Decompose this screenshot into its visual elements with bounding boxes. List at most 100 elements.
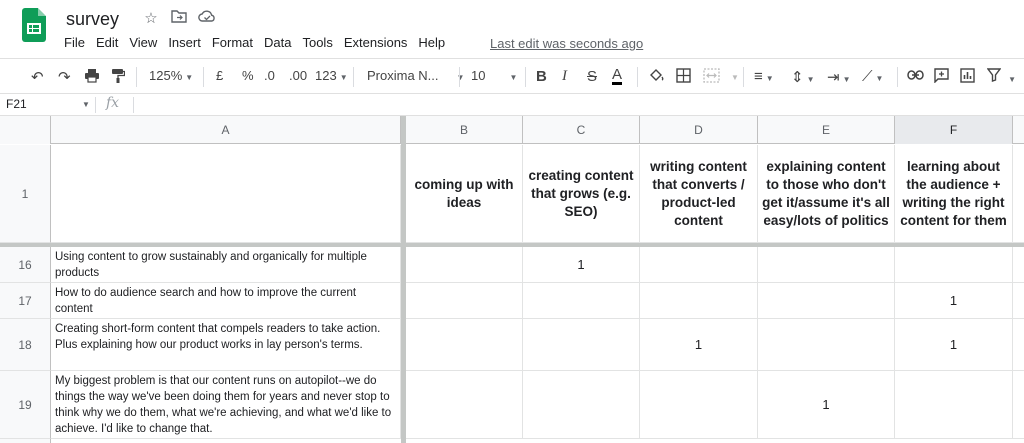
menu-extensions[interactable]: Extensions bbox=[344, 35, 408, 50]
chevron-down-icon[interactable]: ▼ bbox=[728, 68, 739, 83]
cell-e17[interactable] bbox=[758, 283, 895, 319]
cell-g17[interactable] bbox=[1013, 283, 1024, 319]
sheets-logo-icon[interactable] bbox=[22, 8, 46, 42]
cell-a1[interactable] bbox=[51, 145, 401, 243]
filter-icon[interactable]: ▼ bbox=[986, 68, 1016, 86]
insert-link-icon[interactable] bbox=[907, 68, 924, 85]
cell-d19[interactable] bbox=[640, 371, 758, 439]
select-all-corner[interactable] bbox=[0, 116, 51, 144]
frozen-row-divider[interactable] bbox=[0, 243, 1024, 247]
menu-edit[interactable]: Edit bbox=[96, 35, 118, 50]
row-header-17[interactable]: 17 bbox=[0, 283, 51, 319]
chevron-down-icon[interactable]: ▼ bbox=[82, 100, 90, 109]
cell-g1[interactable] bbox=[1013, 145, 1024, 243]
cell-e19[interactable]: 1 bbox=[758, 371, 895, 439]
increase-decimal-button[interactable]: .00 bbox=[289, 68, 307, 83]
column-header-d[interactable]: D bbox=[640, 116, 758, 144]
frozen-column-divider[interactable] bbox=[401, 116, 406, 443]
cell-a17[interactable]: How to do audience search and how to imp… bbox=[51, 283, 401, 319]
column-header-c[interactable]: C bbox=[523, 116, 640, 144]
row-header-20[interactable] bbox=[0, 439, 51, 443]
star-icon[interactable]: ☆ bbox=[142, 9, 160, 27]
formula-bar: F21 ▼ fx bbox=[0, 94, 1024, 116]
cell-f1[interactable]: learning about the audience + writing th… bbox=[895, 145, 1013, 243]
vertical-align-icon[interactable]: ⇕ ▼ bbox=[791, 68, 815, 86]
cell-f16[interactable] bbox=[895, 247, 1013, 283]
cell-b16[interactable] bbox=[406, 247, 523, 283]
cell-d18[interactable]: 1 bbox=[640, 319, 758, 371]
column-header-f[interactable]: F bbox=[895, 116, 1013, 144]
cell-c19[interactable] bbox=[523, 371, 640, 439]
italic-icon[interactable]: I bbox=[562, 68, 567, 85]
cell-b18[interactable] bbox=[406, 319, 523, 371]
cell-d17[interactable] bbox=[640, 283, 758, 319]
cell-f17[interactable]: 1 bbox=[895, 283, 1013, 319]
cell-c18[interactable] bbox=[523, 319, 640, 371]
column-header-a[interactable]: A bbox=[51, 116, 401, 144]
chevron-down-icon: ▼ bbox=[185, 73, 194, 82]
cloud-status-icon[interactable] bbox=[198, 9, 216, 27]
menu-help[interactable]: Help bbox=[418, 35, 445, 50]
text-wrapping-icon[interactable]: ⇥ ▼ bbox=[827, 68, 851, 86]
cell-g18[interactable] bbox=[1013, 319, 1024, 371]
paint-format-icon[interactable] bbox=[111, 68, 126, 88]
row-header-18[interactable]: 18 bbox=[0, 319, 51, 371]
insert-chart-icon[interactable] bbox=[960, 68, 975, 87]
cell-d16[interactable] bbox=[640, 247, 758, 283]
fill-color-icon[interactable] bbox=[649, 68, 665, 87]
font-family-select[interactable]: Proxima N... ▼ bbox=[367, 68, 464, 83]
cell-e1[interactable]: explaining content to those who don't ge… bbox=[758, 145, 895, 243]
row-header-19[interactable]: 19 bbox=[0, 371, 51, 439]
insert-comment-icon[interactable] bbox=[934, 68, 949, 87]
column-header-g[interactable] bbox=[1013, 116, 1024, 144]
name-box[interactable]: F21 bbox=[6, 97, 27, 111]
menu-view[interactable]: View bbox=[129, 35, 157, 50]
cell-a18[interactable]: Creating short-form content that compels… bbox=[51, 319, 401, 371]
decrease-decimal-button[interactable]: .0 bbox=[264, 68, 275, 83]
cell-b17[interactable] bbox=[406, 283, 523, 319]
borders-icon[interactable] bbox=[676, 68, 691, 87]
menu-insert[interactable]: Insert bbox=[168, 35, 201, 50]
cell-e18[interactable] bbox=[758, 319, 895, 371]
menu-bar: File Edit View Insert Format Data Tools … bbox=[64, 35, 456, 50]
cell-a19[interactable]: My biggest problem is that our content r… bbox=[51, 371, 401, 439]
column-header-b[interactable]: B bbox=[406, 116, 523, 144]
undo-icon[interactable]: ↶ bbox=[31, 68, 44, 86]
redo-icon[interactable]: ↷ bbox=[58, 68, 71, 86]
row-header-16[interactable]: 16 bbox=[0, 247, 51, 283]
horizontal-align-icon[interactable]: ≡ ▼ bbox=[754, 68, 774, 85]
column-header-e[interactable]: E bbox=[758, 116, 895, 144]
cell-b19[interactable] bbox=[406, 371, 523, 439]
font-size-select[interactable]: 10 ▼ bbox=[471, 68, 517, 83]
cell-c17[interactable] bbox=[523, 283, 640, 319]
cell-f18[interactable]: 1 bbox=[895, 319, 1013, 371]
cell-g16[interactable] bbox=[1013, 247, 1024, 283]
strikethrough-icon[interactable]: S bbox=[587, 68, 597, 85]
percent-format-button[interactable]: % bbox=[242, 68, 254, 83]
cell-g19[interactable] bbox=[1013, 371, 1024, 439]
zoom-select[interactable]: 125% ▼ bbox=[149, 68, 193, 83]
menu-data[interactable]: Data bbox=[264, 35, 291, 50]
cell-c1[interactable]: creating content that grows (e.g. SEO) bbox=[523, 145, 640, 243]
row-header-1[interactable]: 1 bbox=[0, 145, 51, 243]
merge-cells-icon[interactable] bbox=[703, 68, 720, 87]
last-edit-link[interactable]: Last edit was seconds ago bbox=[490, 36, 643, 51]
cell-a16[interactable]: Using content to grow sustainably and or… bbox=[51, 247, 401, 283]
cell-c16[interactable]: 1 bbox=[523, 247, 640, 283]
bold-icon[interactable]: B bbox=[536, 68, 547, 85]
currency-format-button[interactable]: £ bbox=[216, 68, 223, 83]
cell-b1[interactable]: coming up with ideas bbox=[406, 145, 523, 243]
document-title[interactable]: survey bbox=[66, 9, 119, 30]
cell-e16[interactable] bbox=[758, 247, 895, 283]
cell-f19[interactable] bbox=[895, 371, 1013, 439]
text-rotation-icon[interactable]: ⟋ ▼ bbox=[862, 68, 883, 85]
menu-file[interactable]: File bbox=[64, 35, 85, 50]
menu-format[interactable]: Format bbox=[212, 35, 253, 50]
sheet-grid: A B C D E F 1 coming up with ideas creat… bbox=[0, 116, 1024, 443]
print-icon[interactable] bbox=[84, 68, 100, 87]
more-formats-select[interactable]: 123 ▼ bbox=[315, 68, 348, 83]
cell-d1[interactable]: writing content that converts / product-… bbox=[640, 145, 758, 243]
text-color-icon[interactable]: A bbox=[612, 67, 623, 85]
move-folder-icon[interactable] bbox=[170, 9, 188, 27]
menu-tools[interactable]: Tools bbox=[302, 35, 332, 50]
